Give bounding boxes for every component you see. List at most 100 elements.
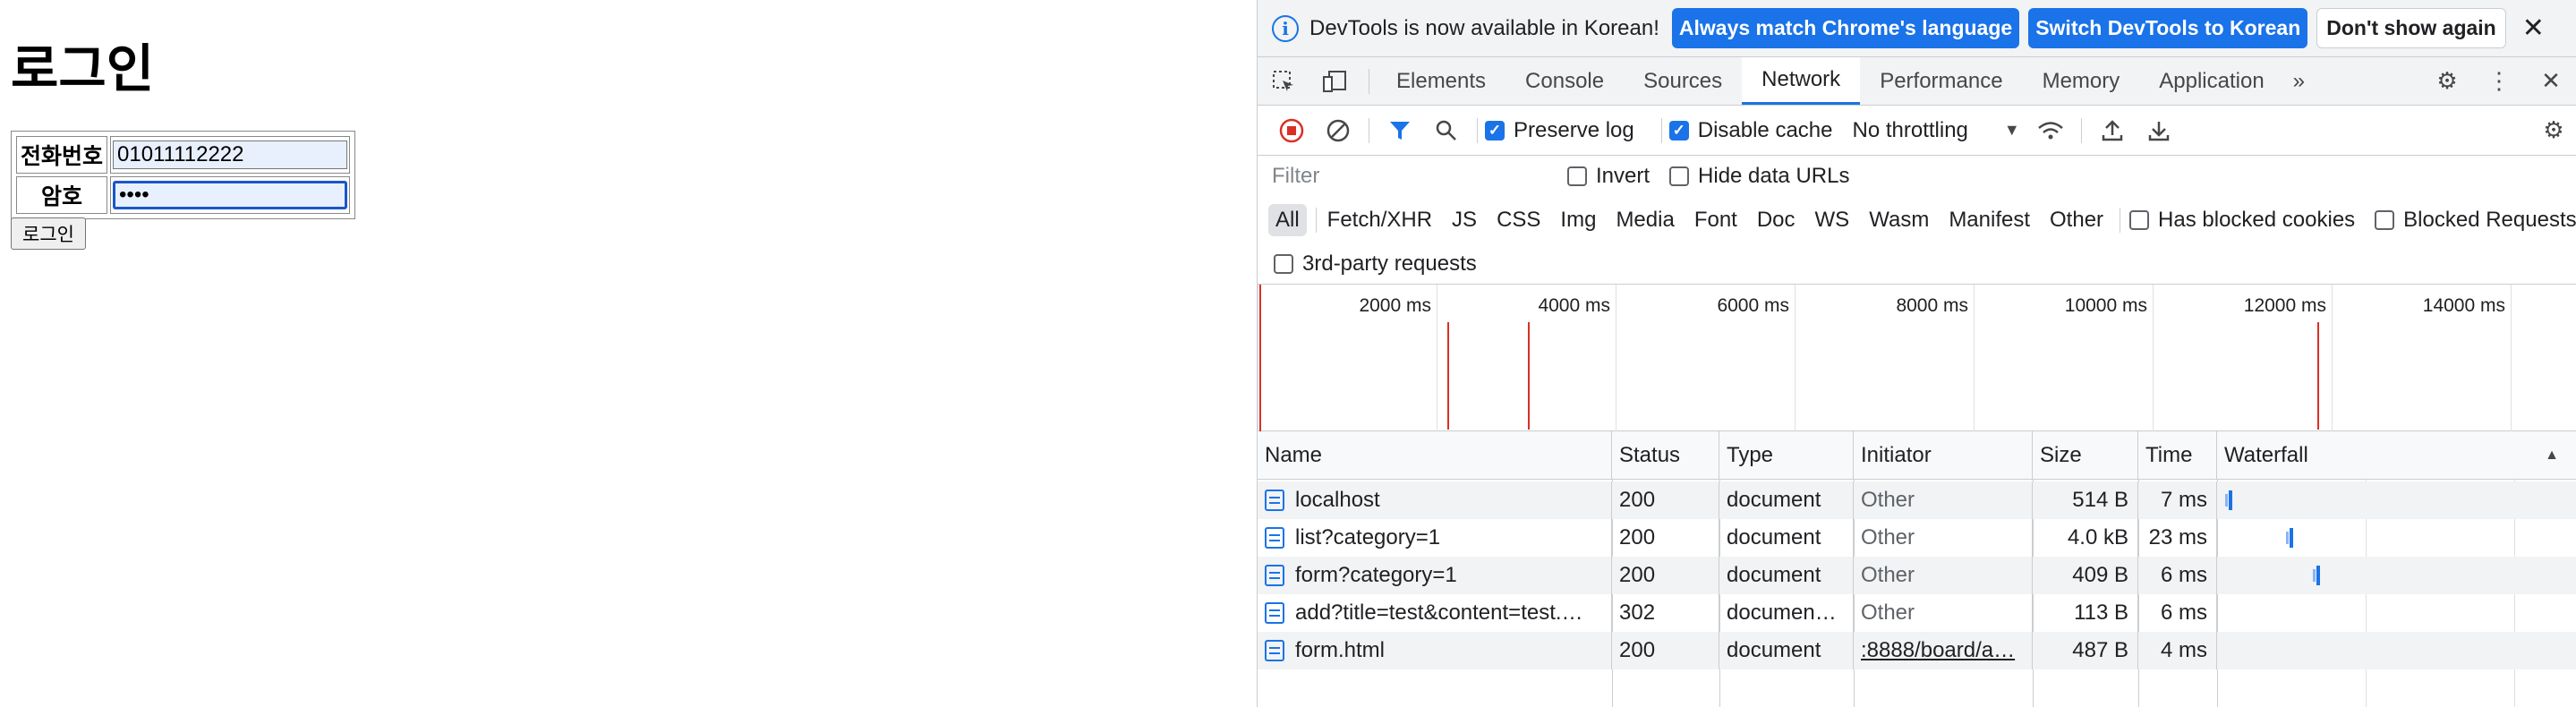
record-stop-icon[interactable] <box>1268 118 1315 143</box>
tab-performance[interactable]: Performance <box>1860 57 2022 105</box>
overview-tick-label: 8000 ms <box>1896 295 1968 316</box>
type-manifest[interactable]: Manifest <box>1941 204 2037 236</box>
column-waterfall[interactable]: Waterfall ▲ <box>2217 431 2576 479</box>
request-name: list?category=1 <box>1295 525 1441 549</box>
overview-tick-label: 12000 ms <box>2243 295 2326 316</box>
type-font[interactable]: Font <box>1687 204 1744 236</box>
column-size[interactable]: Size <box>2033 431 2138 479</box>
invert-checkbox[interactable]: Invert <box>1567 164 1650 189</box>
column-initiator[interactable]: Initiator <box>1854 431 2033 479</box>
divider <box>1315 208 1317 233</box>
document-icon <box>1265 640 1284 661</box>
dont-show-again-button[interactable]: Don't show again <box>2316 8 2506 48</box>
login-form-table: 전화번호 암호 <box>11 131 356 219</box>
close-icon[interactable]: ✕ <box>2522 13 2545 44</box>
inspect-element-icon[interactable] <box>1258 57 1309 105</box>
checkbox-checked-icon: ✓ <box>1485 120 1505 141</box>
divider <box>1477 117 1478 143</box>
table-row[interactable]: form?category=1 200 document Other 409 B… <box>1258 557 2576 594</box>
load-event-marker <box>2317 322 2319 430</box>
search-icon[interactable] <box>1423 119 1470 142</box>
export-har-icon[interactable] <box>2136 119 2182 142</box>
disable-cache-checkbox[interactable]: ✓ Disable cache <box>1668 118 1832 143</box>
type-wasm[interactable]: Wasm <box>1862 204 1936 236</box>
throttling-select[interactable]: No throttling ▼ <box>1852 118 2019 143</box>
column-time[interactable]: Time <box>2138 431 2217 479</box>
settings-gear-icon[interactable]: ⚙ <box>2421 57 2473 105</box>
tab-network[interactable]: Network <box>1742 57 1861 105</box>
checkbox-unchecked-icon <box>2129 210 2150 230</box>
divider <box>1660 117 1662 143</box>
phone-input[interactable] <box>113 141 348 169</box>
overview-tick-label: 4000 ms <box>1538 295 1610 316</box>
request-status: 302 <box>1612 594 1719 632</box>
type-media[interactable]: Media <box>1608 204 1681 236</box>
chevron-down-icon: ▼ <box>2003 121 2020 139</box>
column-status[interactable]: Status <box>1612 431 1719 479</box>
request-initiator: Other <box>1854 519 2033 557</box>
request-name: localhost <box>1295 488 1380 512</box>
request-initiator: Other <box>1854 594 2033 632</box>
match-language-button[interactable]: Always match Chrome's language <box>1671 8 2020 48</box>
type-css[interactable]: CSS <box>1489 204 1548 236</box>
load-event-marker <box>1259 285 1261 431</box>
tab-console[interactable]: Console <box>1506 57 1624 105</box>
third-party-checkbox[interactable]: 3rd-party requests <box>1274 251 1477 277</box>
document-icon <box>1265 527 1284 549</box>
kebab-menu-icon[interactable]: ⋮ <box>2473 57 2525 105</box>
login-button[interactable]: 로그인 <box>11 217 86 250</box>
preserve-log-checkbox[interactable]: ✓ Preserve log <box>1485 118 1634 143</box>
switch-language-button[interactable]: Switch DevTools to Korean <box>2028 8 2308 48</box>
has-blocked-cookies-checkbox[interactable]: Has blocked cookies <box>2129 208 2355 233</box>
type-doc[interactable]: Doc <box>1750 204 1803 236</box>
device-toolbar-icon[interactable] <box>1309 57 1361 105</box>
more-tabs-icon[interactable]: » <box>2284 57 2314 105</box>
waterfall-bar <box>2290 528 2293 548</box>
type-js[interactable]: JS <box>1445 204 1484 236</box>
clear-icon[interactable] <box>1315 118 1361 143</box>
tab-application[interactable]: Application <box>2139 57 2283 105</box>
network-overview-timeline[interactable]: 2000 ms 4000 ms 6000 ms 8000 ms 10000 ms… <box>1258 285 2576 431</box>
sort-ascending-icon: ▲ <box>2545 447 2559 463</box>
tab-memory[interactable]: Memory <box>2023 57 2140 105</box>
password-input[interactable] <box>113 181 348 209</box>
request-time: 7 ms <box>2138 481 2217 519</box>
load-event-marker <box>1447 322 1449 430</box>
tab-sources[interactable]: Sources <box>1624 57 1742 105</box>
column-name[interactable]: Name <box>1258 431 1612 479</box>
request-size: 514 B <box>2033 481 2138 519</box>
type-ws[interactable]: WS <box>1808 204 1857 236</box>
import-har-icon[interactable] <box>2089 119 2136 142</box>
table-row[interactable]: add?title=test&content=test.… 302 docume… <box>1258 594 2576 632</box>
request-status: 200 <box>1612 632 1719 669</box>
overview-tick-label: 2000 ms <box>1359 295 1431 316</box>
checkbox-unchecked-icon <box>1274 253 1293 274</box>
type-other[interactable]: Other <box>2043 204 2111 236</box>
filter-icon[interactable] <box>1377 119 1423 142</box>
request-status: 200 <box>1612 519 1719 557</box>
info-icon: i <box>1272 14 1299 42</box>
table-row[interactable]: localhost 200 document Other 514 B 7 ms <box>1258 481 2576 519</box>
network-conditions-icon[interactable] <box>2027 120 2074 141</box>
filter-bar: Filter Invert Hide data URLs <box>1258 156 2576 197</box>
table-row[interactable]: form.html 200 document :8888/board/a… 48… <box>1258 632 2576 669</box>
table-row[interactable]: list?category=1 200 document Other 4.0 k… <box>1258 519 2576 557</box>
requests-table-header: Name Status Type Initiator Size Time Wat… <box>1258 431 2576 480</box>
close-devtools-icon[interactable]: ✕ <box>2525 57 2576 105</box>
blocked-requests-checkbox[interactable]: Blocked Requests <box>2375 208 2576 233</box>
overview-tick-label: 6000 ms <box>1717 295 1789 316</box>
network-settings-gear-icon[interactable]: ⚙ <box>2530 116 2576 144</box>
type-all[interactable]: All <box>1268 204 1307 236</box>
type-img[interactable]: Img <box>1553 204 1603 236</box>
waterfall-bar <box>2316 566 2320 585</box>
hide-data-urls-checkbox[interactable]: Hide data URLs <box>1669 164 1849 189</box>
type-fetch-xhr[interactable]: Fetch/XHR <box>1320 204 1439 236</box>
column-type[interactable]: Type <box>1719 431 1854 479</box>
document-icon <box>1265 602 1284 624</box>
initiator-link[interactable]: :8888/board/a… <box>1861 638 2015 663</box>
filter-input[interactable]: Filter <box>1268 160 1558 192</box>
tab-elements[interactable]: Elements <box>1377 57 1506 105</box>
overview-tick-label: 10000 ms <box>2064 295 2147 316</box>
document-icon <box>1265 490 1284 511</box>
waterfall-bar <box>2286 532 2289 544</box>
